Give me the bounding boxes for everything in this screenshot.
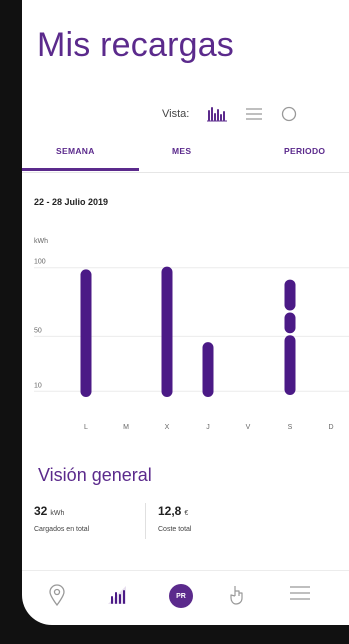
tab-periodo[interactable]: PERIODO xyxy=(284,146,325,156)
bar-segment-S xyxy=(284,335,296,395)
y-axis-label: kWh xyxy=(34,238,48,245)
overview-title: Visión general xyxy=(38,465,152,485)
tab-semana[interactable]: SEMANA xyxy=(56,146,95,156)
y-tick-label: 100 xyxy=(34,259,46,266)
stat-cost-value: 12,8 xyxy=(158,504,182,518)
list-icon[interactable] xyxy=(245,107,263,121)
view-label: Vista: xyxy=(162,108,190,120)
map-pin-icon[interactable] xyxy=(48,584,66,606)
x-tick-label: V xyxy=(246,424,251,431)
stat-energy-unit: kWh xyxy=(50,510,65,517)
stat-cost: 12,8 € Coste total xyxy=(158,502,191,533)
page-title: Mis recargas xyxy=(37,26,235,64)
stats-icon[interactable] xyxy=(106,584,128,606)
bottom-navigation: PR xyxy=(22,580,349,620)
stat-energy-value: 32 xyxy=(34,504,48,518)
hand-pointer-icon[interactable] xyxy=(228,584,246,606)
stat-energy: 32 kWh Cargados en total xyxy=(34,502,89,533)
bar-X xyxy=(161,266,173,397)
x-tick-label: X xyxy=(165,424,170,431)
x-tick-label: L xyxy=(84,424,88,431)
bar-segment-S xyxy=(284,279,296,311)
x-tick-label: J xyxy=(206,424,210,431)
y-tick-label: 10 xyxy=(34,382,42,389)
bar-L xyxy=(80,269,92,397)
profile-badge-label: PR xyxy=(169,584,193,608)
x-tick-label: D xyxy=(328,424,333,431)
profile-badge[interactable]: PR xyxy=(169,584,193,608)
view-selector: Vista: xyxy=(162,106,297,122)
menu-icon[interactable] xyxy=(288,584,312,602)
date-range: 22 - 28 Julio 2019 xyxy=(34,197,109,207)
x-tick-label: M xyxy=(123,424,129,431)
bar-chart-icon[interactable] xyxy=(207,106,228,122)
x-tick-label: S xyxy=(288,424,293,431)
app-screen: Mis recargas Vista: SEMANA MES PERIODO 2… xyxy=(22,0,349,625)
circle-icon[interactable] xyxy=(281,106,297,122)
stat-cost-unit: € xyxy=(184,510,189,517)
active-tab-indicator xyxy=(22,168,139,171)
nav-divider xyxy=(22,570,349,571)
period-tabs: SEMANA MES PERIODO xyxy=(22,146,349,173)
stat-energy-label: Cargados en total xyxy=(34,526,90,533)
stat-divider xyxy=(145,503,146,539)
stat-cost-label: Coste total xyxy=(158,526,192,533)
bar-J xyxy=(202,342,214,397)
y-tick-label: 50 xyxy=(34,327,42,334)
bar-segment-S xyxy=(284,312,296,334)
charging-bar-chart: kWh 100 50 10 L M X J V S D xyxy=(34,238,349,431)
tab-mes[interactable]: MES xyxy=(172,146,191,156)
